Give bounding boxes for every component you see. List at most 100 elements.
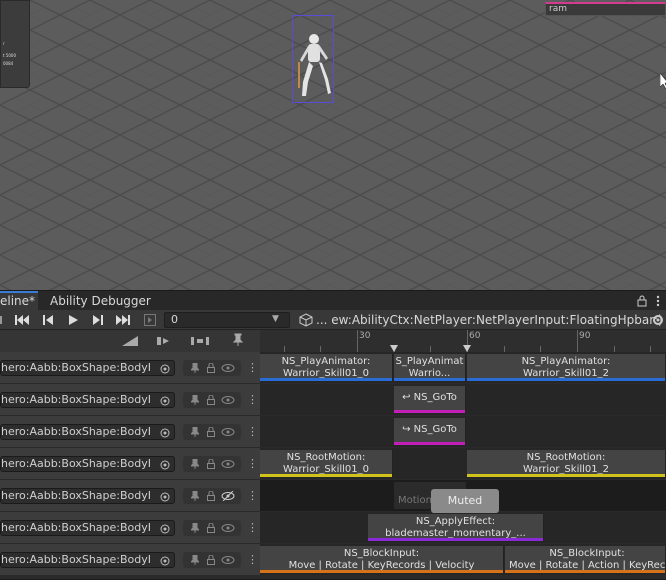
timeline-clip[interactable]: NS_ApplyEffect: blademaster_momentary_..… bbox=[368, 514, 544, 541]
pin-icon[interactable] bbox=[191, 395, 199, 405]
track-menu-icon[interactable]: ⋮ bbox=[247, 553, 258, 566]
eye-icon[interactable] bbox=[221, 556, 235, 564]
track-binding-field[interactable]: hero:Aabb:BoxShape:BodyI bbox=[0, 360, 175, 376]
tab-ability-debugger[interactable]: Ability Debugger bbox=[50, 291, 151, 311]
track-lane[interactable]: NS_RootMotion: Warrior_Skill01_0 NS_Root… bbox=[260, 448, 666, 479]
object-picker-icon[interactable] bbox=[160, 460, 170, 470]
clip-color-bar bbox=[260, 378, 392, 381]
timeline-clip[interactable]: NS_RootMotion: Warrior_Skill01_0 bbox=[260, 450, 393, 477]
previous-frame-button[interactable] bbox=[36, 310, 60, 330]
track-header[interactable]: hero:Aabb:BoxShape:BodyI ⋮ bbox=[0, 544, 260, 575]
lock-icon[interactable] bbox=[207, 523, 215, 533]
track-header[interactable]: hero:Aabb:BoxShape:BodyI ⋮ bbox=[0, 352, 260, 383]
track-menu-icon[interactable]: ⋮ bbox=[247, 425, 258, 438]
track-menu-icon[interactable]: ⋮ bbox=[247, 521, 258, 534]
track-binding-field[interactable]: hero:Aabb:BoxShape:BodyI bbox=[0, 456, 175, 472]
lock-icon[interactable] bbox=[207, 363, 215, 373]
goto-end-button[interactable] bbox=[111, 310, 135, 330]
track-binding-field[interactable]: hero:Aabb:BoxShape:BodyI bbox=[0, 552, 175, 568]
timeline-clip[interactable]: NS_BlockInput: Move | Rotate | KeyRecord… bbox=[260, 546, 504, 573]
track-row[interactable]: hero:Aabb:BoxShape:BodyI ⋮ NS_ApplyEffec… bbox=[0, 512, 666, 543]
track-header[interactable]: hero:Aabb:BoxShape:BodyI ⋮ bbox=[0, 384, 260, 415]
track-binding-field[interactable]: hero:Aabb:BoxShape:BodyI bbox=[0, 392, 175, 408]
tab-timeline[interactable]: eline* bbox=[0, 291, 38, 311]
track-header[interactable]: hero:Aabb:BoxShape:BodyI ⋮ bbox=[0, 416, 260, 447]
more-options-icon[interactable] bbox=[656, 295, 660, 307]
cube-icon bbox=[299, 313, 313, 327]
timeline-clip[interactable]: NS_BlockInput: Move | Rotate | Action | … bbox=[505, 546, 666, 573]
object-picker-icon[interactable] bbox=[160, 492, 170, 502]
track-header[interactable]: hero:Aabb:BoxShape:BodyI ⋮ bbox=[0, 512, 260, 543]
track-binding-field[interactable]: hero:Aabb:BoxShape:BodyI bbox=[0, 488, 175, 504]
clip-edit-mode-icon[interactable] bbox=[120, 334, 140, 348]
track-row[interactable]: hero:Aabb:BoxShape:BodyI ⋮ NS_BlockInput… bbox=[0, 544, 666, 580]
lock-icon[interactable] bbox=[207, 459, 215, 469]
time-ruler[interactable]: 30 60 90 bbox=[260, 330, 666, 352]
pin-icon[interactable] bbox=[191, 459, 199, 469]
eye-icon[interactable] bbox=[221, 396, 235, 404]
lock-icon[interactable] bbox=[207, 427, 215, 437]
clip-title: NS_GoTo bbox=[413, 392, 457, 403]
pin-icon[interactable] bbox=[232, 333, 244, 347]
timeline-clip[interactable]: NS_PlayAnimator: Warrior_Skill01_2 bbox=[467, 354, 666, 381]
binding-path-label[interactable]: ... ew:AbilityCtx:NetPlayer:NetPlayerInp… bbox=[316, 310, 663, 330]
timeline-clip[interactable]: S_PlayAnimat Warrio... bbox=[394, 354, 466, 381]
pin-icon[interactable] bbox=[191, 427, 199, 437]
eye-icon[interactable] bbox=[221, 460, 235, 468]
scene-view[interactable]: r t 5000 0084 ram bbox=[0, 0, 666, 290]
hero-character[interactable] bbox=[294, 32, 334, 100]
track-row[interactable]: hero:Aabb:BoxShape:BodyI ⋮ ↩ NS_GoTo bbox=[0, 384, 666, 415]
lock-icon[interactable] bbox=[637, 295, 647, 307]
next-frame-button[interactable] bbox=[86, 310, 110, 330]
replace-mode-icon[interactable] bbox=[190, 334, 210, 348]
ripple-mode-icon[interactable] bbox=[155, 334, 175, 348]
track-menu-icon[interactable]: ⋮ bbox=[247, 393, 258, 406]
track-lane[interactable]: NS_ApplyEffect: blademaster_momentary_..… bbox=[260, 512, 666, 543]
track-menu-icon[interactable]: ⋮ bbox=[247, 457, 258, 470]
eye-icon[interactable] bbox=[221, 524, 235, 532]
pin-icon[interactable] bbox=[191, 363, 199, 373]
object-picker-icon[interactable] bbox=[160, 556, 170, 566]
pin-icon[interactable] bbox=[191, 523, 199, 533]
track-binding-field[interactable]: hero:Aabb:BoxShape:BodyI bbox=[0, 520, 175, 536]
track-binding-field[interactable]: hero:Aabb:BoxShape:BodyI bbox=[0, 424, 175, 440]
track-menu-icon[interactable]: ⋮ bbox=[247, 489, 258, 502]
eye-hidden-icon[interactable] bbox=[221, 491, 235, 501]
clip-title: NS_PlayAnimator: bbox=[521, 356, 611, 367]
lock-icon[interactable] bbox=[207, 395, 215, 405]
lock-icon[interactable] bbox=[207, 555, 215, 565]
gear-icon[interactable] bbox=[651, 313, 665, 327]
track-lane[interactable]: ↪ NS_GoTo bbox=[260, 416, 666, 447]
object-picker-icon[interactable] bbox=[160, 428, 170, 438]
timeline-clip[interactable]: ↪ NS_GoTo bbox=[394, 418, 466, 445]
muted-clip-label: Motion bbox=[398, 495, 432, 506]
timeline-clip[interactable]: NS_PlayAnimator: Warrior_Skill01_0 bbox=[260, 354, 393, 381]
marker-icon[interactable] bbox=[463, 345, 471, 352]
play-button[interactable] bbox=[61, 310, 85, 330]
object-picker-icon[interactable] bbox=[160, 364, 170, 374]
pin-icon[interactable] bbox=[191, 491, 199, 501]
timeline-clip[interactable]: ↩ NS_GoTo bbox=[394, 386, 466, 413]
marker-icon[interactable] bbox=[390, 345, 398, 352]
track-row[interactable]: hero:Aabb:BoxShape:BodyI ⋮ NS_RootMotion… bbox=[0, 448, 666, 479]
pin-icon[interactable] bbox=[191, 555, 199, 565]
eye-icon[interactable] bbox=[221, 428, 235, 436]
frame-dropdown-arrow-icon[interactable]: ▼ bbox=[272, 314, 279, 324]
object-picker-icon[interactable] bbox=[160, 524, 170, 534]
track-row[interactable]: hero:Aabb:BoxShape:BodyI ⋮ ↪ NS_GoTo bbox=[0, 416, 666, 447]
track-lane[interactable]: NS_PlayAnimator: Warrior_Skill01_0 S_Pla… bbox=[260, 352, 666, 383]
loop-button[interactable] bbox=[138, 310, 162, 330]
eye-icon[interactable] bbox=[221, 364, 235, 372]
track-menu-icon[interactable]: ⋮ bbox=[247, 361, 258, 374]
goto-start-button[interactable] bbox=[10, 310, 34, 330]
track-lane[interactable]: NS_BlockInput: Move | Rotate | KeyRecord… bbox=[260, 544, 666, 575]
track-row[interactable]: hero:Aabb:BoxShape:BodyI ⋮ NS_PlayAnimat… bbox=[0, 352, 666, 383]
timeline-clip[interactable]: NS_RootMotion: Warrior_Skill01_2 bbox=[467, 450, 666, 477]
preview-toggle-button[interactable] bbox=[0, 310, 8, 330]
lock-icon[interactable] bbox=[207, 491, 215, 501]
track-header[interactable]: hero:Aabb:BoxShape:BodyI ⋮ bbox=[0, 448, 260, 479]
track-row[interactable]: hero:Aabb:BoxShape:BodyI ⋮ bbox=[0, 480, 666, 511]
object-picker-icon[interactable] bbox=[160, 396, 170, 406]
track-lane[interactable]: ↩ NS_GoTo bbox=[260, 384, 666, 415]
track-header[interactable]: hero:Aabb:BoxShape:BodyI ⋮ bbox=[0, 480, 260, 511]
